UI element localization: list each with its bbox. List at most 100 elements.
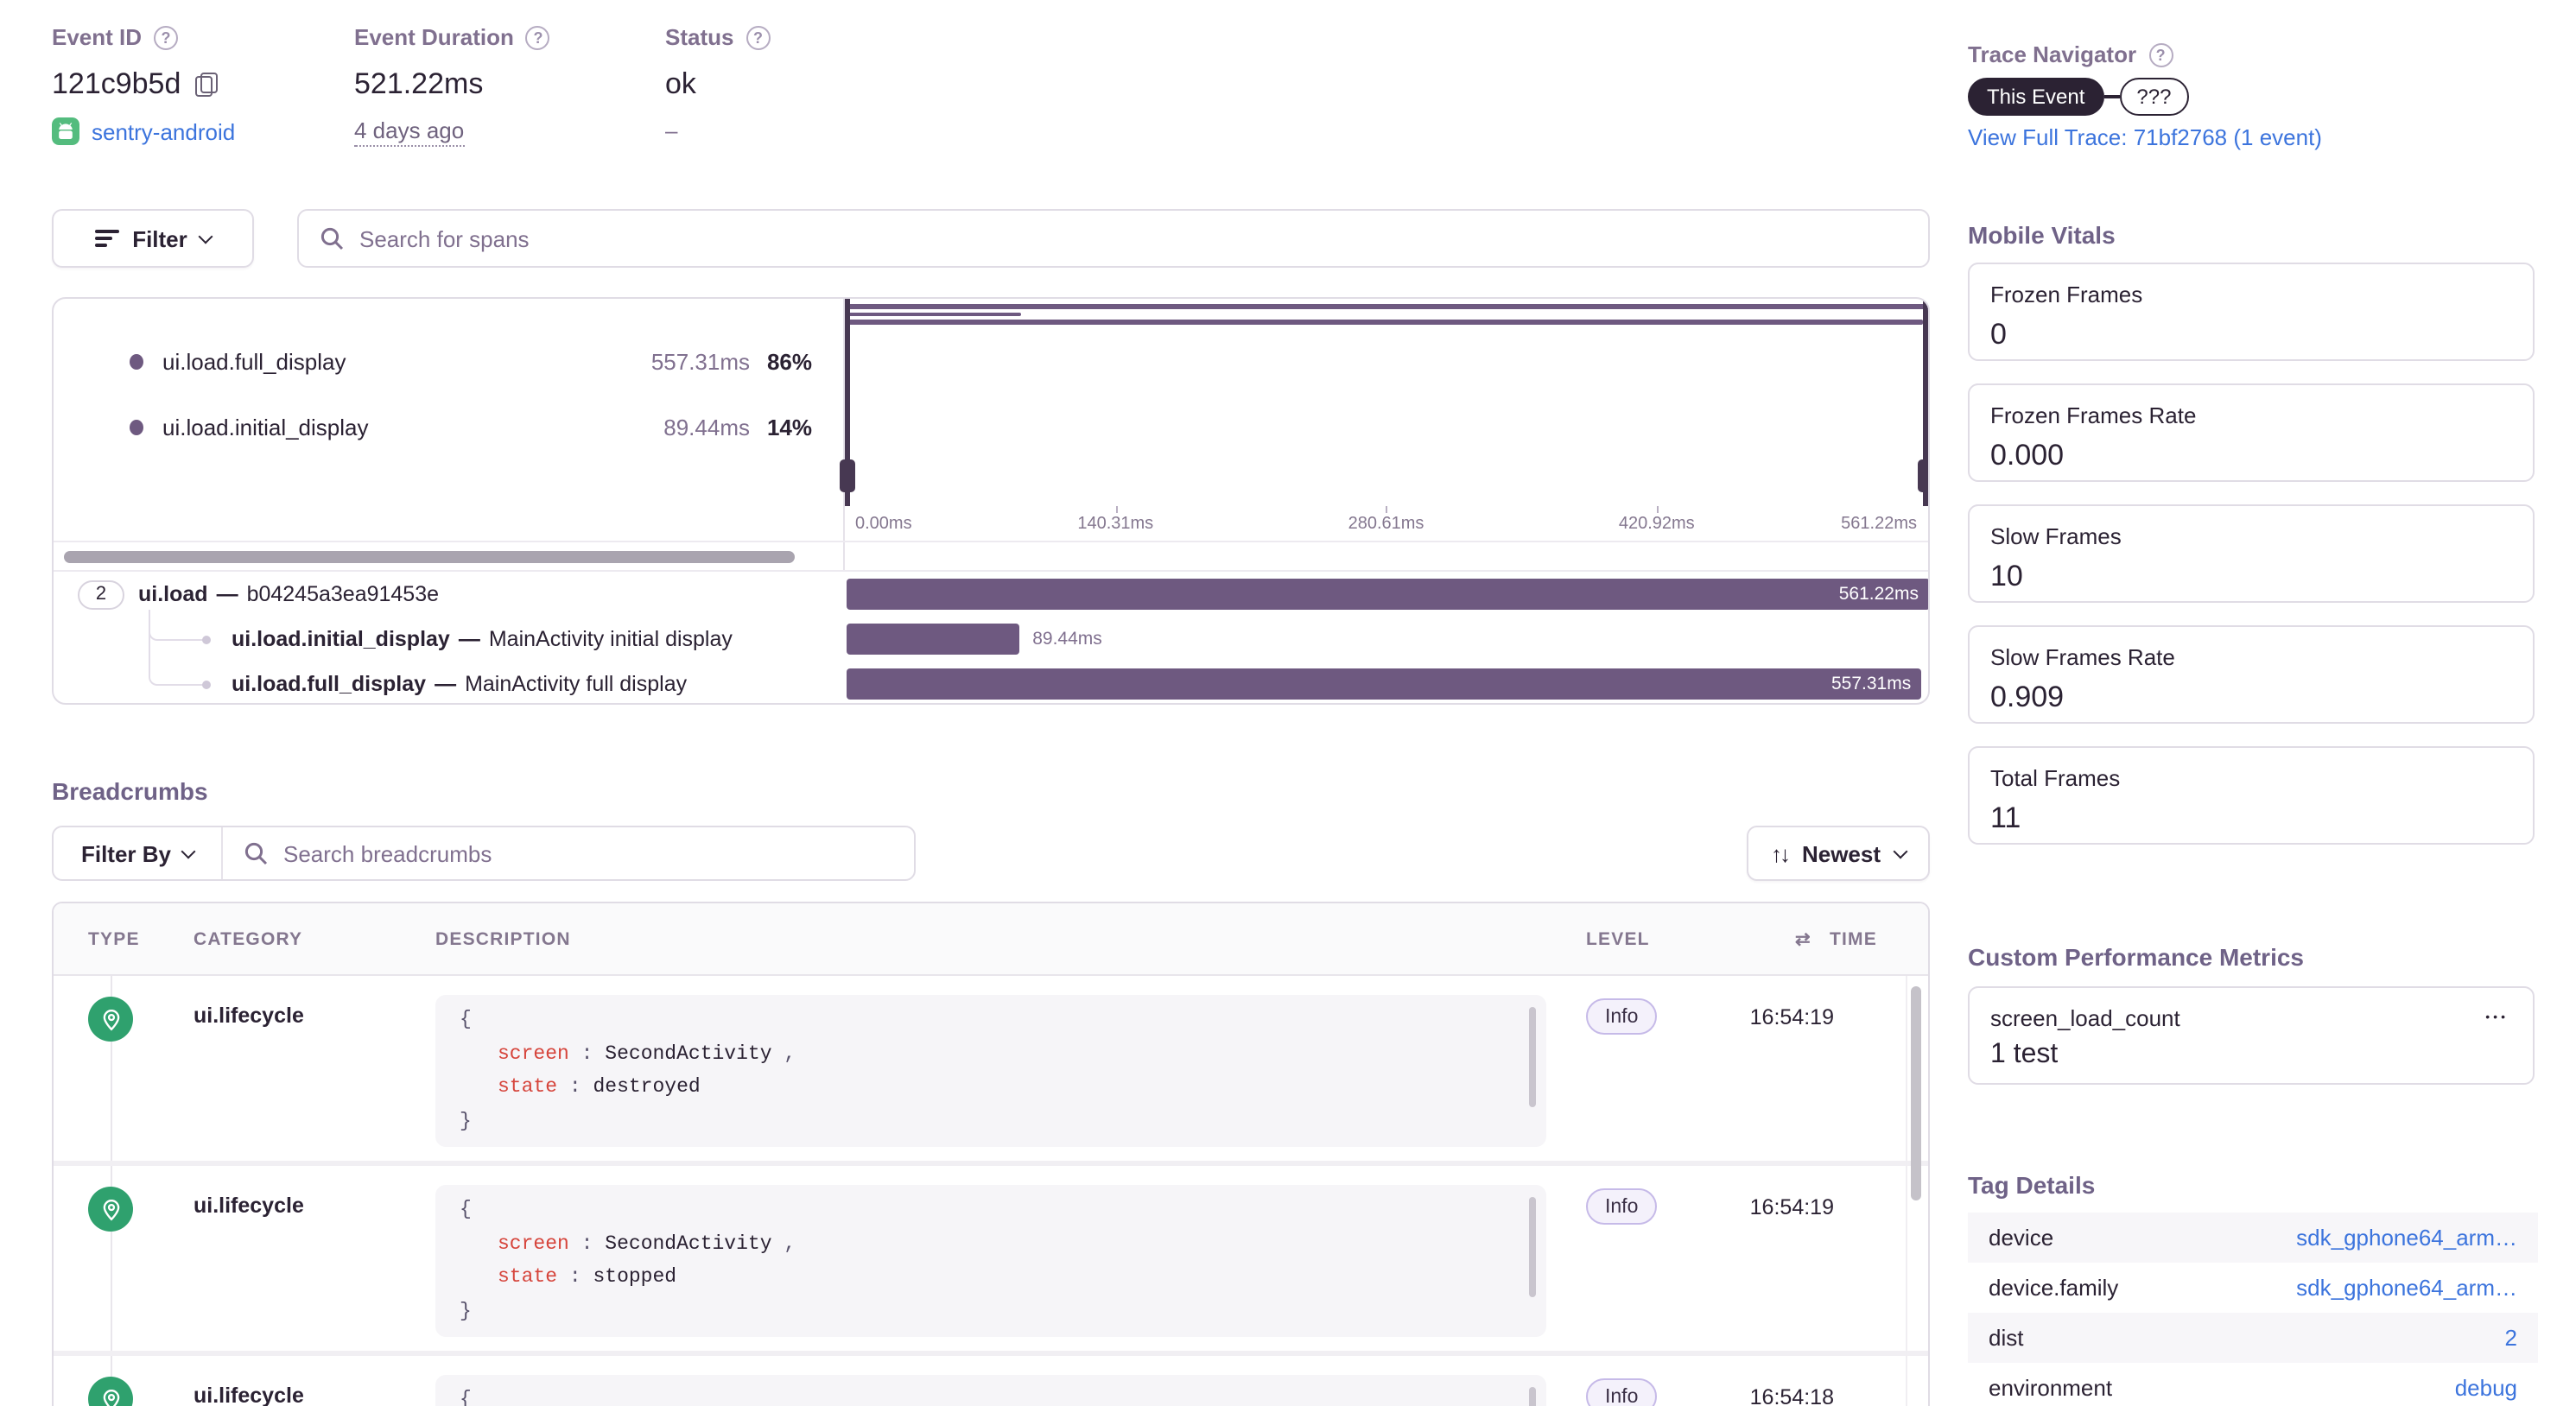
legend-op: ui.load.full_display: [162, 348, 629, 374]
breadcrumb-row[interactable]: ui.lifecycle { screen : SecondActivity ,…: [54, 1166, 1927, 1356]
breadcrumbs-search-input[interactable]: [283, 840, 893, 866]
tag-key: device.family: [1989, 1275, 2118, 1301]
span-bar-duration: 557.31ms: [1831, 668, 1911, 700]
span-bar[interactable]: 557.31ms: [847, 668, 1921, 700]
sort-newest-button[interactable]: ↑↓ Newest: [1747, 826, 1929, 881]
span-description: b04245a3ea91453e: [247, 582, 439, 606]
help-icon[interactable]: ?: [154, 25, 178, 49]
custom-metric-card: screen_load_count ••• 1 test: [1968, 986, 2535, 1085]
minimap[interactable]: [845, 299, 1927, 506]
legend-row-full-display[interactable]: ui.load.full_display 557.31ms 86%: [54, 340, 843, 382]
breadcrumbs-table-header: TYPE CATEGORY DESCRIPTION LEVEL ⇄ TIME: [54, 903, 1927, 976]
span-row-full-display[interactable]: ui.load.full_display — MainActivity full…: [54, 662, 1927, 705]
tag-key: device: [1989, 1225, 2053, 1251]
breadcrumb-time: 16:54:18: [1750, 1385, 1834, 1406]
event-id-block: Event ID ? 121c9b5d sentry-android: [52, 24, 235, 145]
span-toolbar: Filter: [52, 209, 1929, 268]
breadcrumb-row[interactable]: ui.lifecycle { screen : SecondActivity ,…: [54, 976, 1927, 1166]
minimap-left-handle[interactable]: [845, 299, 849, 506]
code-scrollbar[interactable]: [1528, 1197, 1536, 1297]
span-row-initial-display[interactable]: ui.load.initial_display — MainActivity i…: [54, 617, 1927, 662]
status-block: Status ? ok –: [665, 24, 770, 143]
copy-icon[interactable]: [194, 73, 217, 97]
vital-label: Slow Frames: [1990, 523, 2512, 549]
minimap-right-handle[interactable]: [1923, 299, 1927, 506]
span-bar[interactable]: 561.22ms: [847, 579, 1929, 610]
sort-newest-label: Newest: [1802, 840, 1881, 866]
column-category: CATEGORY: [194, 929, 302, 950]
breadcrumb-code-block: { screen : SecondActivity , state : stop…: [435, 1185, 1546, 1337]
span-bar-duration: 89.44ms: [1032, 624, 1102, 655]
filter-button[interactable]: Filter: [52, 209, 254, 268]
legend-percent: 14%: [750, 414, 812, 440]
tag-row: device.family sdk_gphone64_arm…: [1968, 1263, 2538, 1313]
tag-value-link[interactable]: debug: [2455, 1375, 2517, 1401]
help-icon[interactable]: ?: [2148, 42, 2173, 66]
legend-duration: 89.44ms: [629, 414, 750, 440]
mobile-vitals-cards: Frozen Frames 0 Frozen Frames Rate 0.000…: [1968, 263, 2535, 845]
column-type: TYPE: [88, 929, 140, 950]
status-label: Status: [665, 24, 733, 50]
code-scrollbar[interactable]: [1528, 1007, 1536, 1107]
location-pin-icon: [88, 997, 133, 1042]
tag-value-link[interactable]: sdk_gphone64_arm…: [2296, 1275, 2517, 1301]
project-link[interactable]: sentry-android: [92, 118, 235, 144]
filter-button-label: Filter: [132, 225, 187, 251]
tag-details-table: device sdk_gphone64_arm… device.family s…: [1968, 1213, 2538, 1406]
tree-connector-dot: [202, 636, 211, 644]
span-search-input[interactable]: [359, 225, 1907, 251]
span-search[interactable]: [297, 209, 1929, 268]
level-badge: Info: [1586, 1188, 1657, 1225]
view-full-trace-link[interactable]: View Full Trace: 71bf2768 (1 event): [1968, 124, 2322, 150]
unknown-trace-pill[interactable]: ???: [2119, 78, 2188, 116]
search-icon: [244, 841, 268, 865]
legend-dot-icon: [130, 353, 143, 369]
axis-tick-label: 280.61ms: [1348, 515, 1424, 534]
tag-value-link[interactable]: 2: [2505, 1325, 2517, 1351]
span-description: MainActivity full display: [465, 672, 687, 696]
filter-by-button[interactable]: Filter By: [54, 827, 223, 879]
swap-sort-icon[interactable]: ⇄: [1795, 929, 1811, 950]
sidebar: Trace Navigator ? This Event ??? View Fu…: [1968, 0, 2535, 1406]
vital-card: Frozen Frames 0: [1968, 263, 2535, 361]
table-scrollbar[interactable]: [1910, 986, 1920, 1200]
ellipsis-menu-icon[interactable]: •••: [2482, 1009, 2512, 1028]
breadcrumb-row[interactable]: ui.lifecycle { Info 16:54:18: [54, 1356, 1927, 1406]
span-op: ui.load.initial_display: [232, 627, 450, 651]
span-count-pill[interactable]: 2: [78, 580, 124, 609]
vital-value: 0.909: [1990, 681, 2512, 715]
status-value: ok: [665, 67, 696, 102]
search-icon: [320, 226, 344, 250]
help-icon[interactable]: ?: [746, 25, 770, 49]
event-duration-label: Event Duration: [354, 24, 514, 50]
event-duration-value: 521.22ms: [354, 67, 483, 102]
vital-label: Total Frames: [1990, 765, 2512, 791]
tree-connector: [149, 610, 206, 686]
horizontal-scrollbar[interactable]: [64, 551, 795, 563]
minimap-span-line: [848, 320, 1923, 324]
this-event-pill[interactable]: This Event: [1968, 78, 2103, 116]
span-op: ui.load.full_display: [232, 672, 426, 696]
tag-key: environment: [1989, 1375, 2112, 1401]
vital-card: Total Frames 11: [1968, 746, 2535, 845]
column-description: DESCRIPTION: [435, 929, 571, 950]
event-age[interactable]: 4 days ago: [354, 117, 464, 147]
span-row-ui-load[interactable]: 2 ui.load — b04245a3ea91453e 561.22ms: [54, 572, 1927, 617]
custom-metrics-title: Custom Performance Metrics: [1968, 943, 2304, 971]
breadcrumb-category: ui.lifecycle: [194, 1384, 304, 1406]
code-scrollbar[interactable]: [1528, 1387, 1536, 1406]
axis-tick-label: 561.22ms: [1841, 515, 1917, 534]
help-icon[interactable]: ?: [526, 25, 550, 49]
column-time[interactable]: TIME: [1830, 929, 1877, 950]
breadcrumb-code-block: { screen : SecondActivity , state : dest…: [435, 995, 1546, 1147]
span-bar[interactable]: [847, 624, 1018, 655]
time-axis: 0.00ms 140.31ms 280.61ms 420.92ms 561.22…: [845, 506, 1927, 541]
legend-scroll-row: [54, 541, 1927, 570]
trace-navigator-label: Trace Navigator: [1968, 41, 2136, 67]
legend-row-initial-display[interactable]: ui.load.initial_display 89.44ms 14%: [54, 406, 843, 447]
tree-connector-dot: [202, 681, 211, 689]
tag-details-title: Tag Details: [1968, 1171, 2095, 1199]
tag-value-link[interactable]: sdk_gphone64_arm…: [2296, 1225, 2517, 1251]
breadcrumbs-search[interactable]: [223, 827, 914, 879]
vital-card: Slow Frames 10: [1968, 504, 2535, 603]
